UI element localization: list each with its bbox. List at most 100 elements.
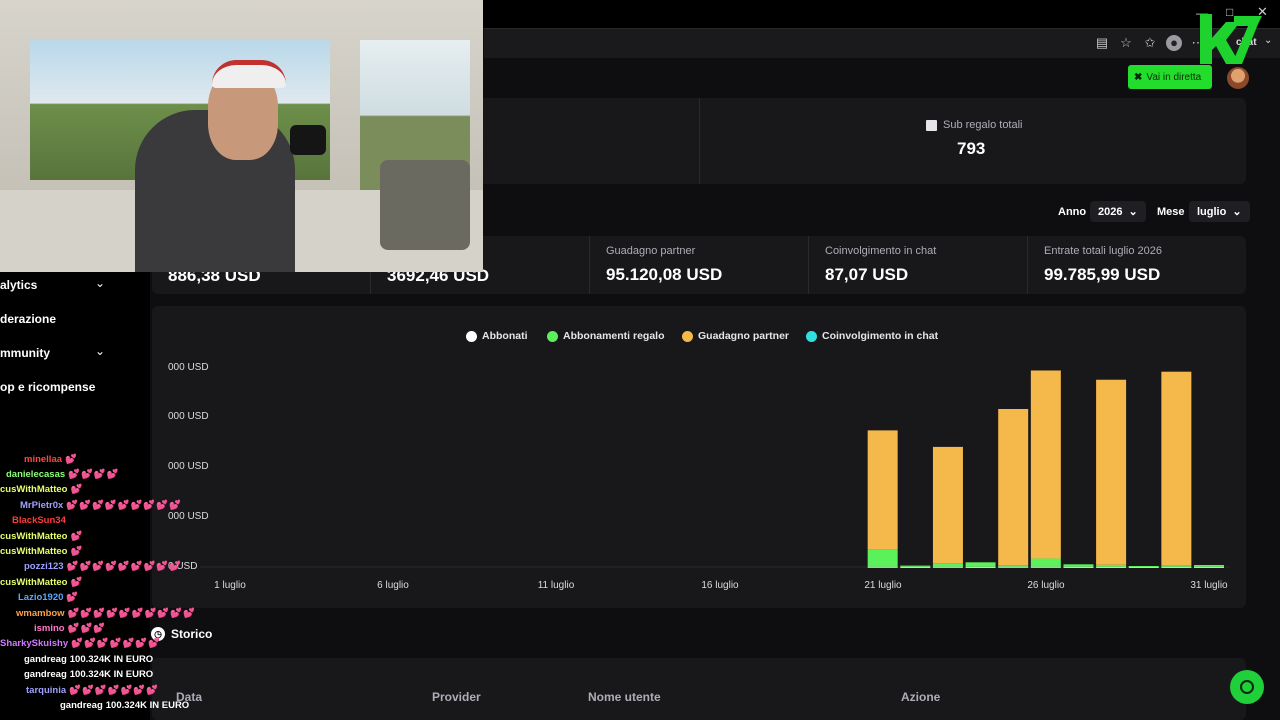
- legend-label: Coinvolgimento in chat: [822, 330, 939, 342]
- emote-icon: 💕💕💕💕: [68, 468, 120, 480]
- y-tick-label: 000 USD: [168, 511, 209, 522]
- emote-icon: 💕: [66, 592, 80, 604]
- history-table: [152, 658, 1246, 720]
- legend-swatch: [682, 330, 693, 342]
- chat-username[interactable]: BlackSun34: [12, 515, 66, 526]
- live-icon: ✖: [1134, 71, 1143, 83]
- chat-message: BlackSun34: [12, 514, 66, 528]
- legend-abbonati[interactable]: Abbonati: [466, 330, 528, 342]
- legend-guadagno-partner[interactable]: Guadagno partner: [682, 330, 789, 342]
- chat-message: gandreag 100.324K IN EURO: [24, 652, 153, 666]
- chat-username[interactable]: ismino: [34, 623, 65, 634]
- chevron-down-icon: ⌄: [1128, 206, 1138, 218]
- page-icon[interactable]: ▤: [1094, 35, 1110, 51]
- revenue-chart-card: [152, 306, 1246, 608]
- chat-username[interactable]: Lazio1920: [18, 592, 63, 603]
- legend-coinvolgimento[interactable]: Coinvolgimento in chat: [806, 330, 938, 342]
- month-select[interactable]: luglio ⌄: [1189, 201, 1250, 222]
- chat-username[interactable]: cusWithMatteo: [0, 546, 67, 557]
- chat-username[interactable]: MrPietr0x: [20, 500, 63, 511]
- chat-username[interactable]: tarquinia: [26, 685, 66, 696]
- legend-swatch: [547, 330, 558, 342]
- emote-icon: 💕💕💕💕💕💕💕💕💕: [66, 561, 183, 573]
- chat-message: minellaa 💕: [24, 452, 78, 466]
- cap: [212, 60, 286, 88]
- chat-message: gandreag 100.324K IN EURO: [24, 668, 153, 682]
- chat-message: MrPietr0x 💕💕💕💕💕💕💕💕💕: [20, 498, 182, 512]
- favorites-icon[interactable]: ✩: [1142, 35, 1158, 51]
- history-title: Storico: [171, 627, 213, 641]
- browser-toolbar: ▤ ☆ ✩ ● ⋯ chat ⌄: [484, 28, 1280, 58]
- col-header-action[interactable]: Azione: [901, 690, 940, 704]
- chat-username[interactable]: wmambow: [16, 608, 65, 619]
- chat-message: tarquinia 💕💕💕💕💕💕💕: [26, 683, 159, 697]
- chat-message: cusWithMatteo 💕: [0, 529, 83, 543]
- chat-username[interactable]: minellaa: [24, 454, 62, 465]
- chat-username[interactable]: SharkySkuishy: [0, 638, 68, 649]
- legend-label: Abbonati: [482, 330, 528, 342]
- stat-label: Entrate totali luglio 2026: [1044, 245, 1163, 257]
- chat-username[interactable]: gandreag: [24, 669, 67, 680]
- go-live-label: Vai in diretta: [1146, 71, 1202, 83]
- chevron-down-icon[interactable]: ⌄: [95, 276, 105, 290]
- year-select[interactable]: 2026 ⌄: [1090, 201, 1146, 222]
- stat-value: 87,07 USD: [825, 265, 909, 284]
- chat-message: SharkySkuishy 💕💕💕💕💕💕💕: [0, 637, 161, 651]
- sidebar-item-moderazione[interactable]: derazione: [0, 312, 56, 326]
- chat-username[interactable]: danielecasas: [6, 469, 65, 480]
- gift-subs-label: Sub regalo totali: [926, 119, 1023, 131]
- chat-message: ismino 💕💕💕: [34, 621, 106, 635]
- microphone: [290, 125, 326, 155]
- month-value: luglio: [1197, 206, 1227, 218]
- chat-username[interactable]: cusWithMatteo: [0, 484, 67, 495]
- emote-icon: 💕: [70, 530, 84, 542]
- go-live-button[interactable]: ✖ Vai in diretta: [1128, 65, 1212, 89]
- divider: [589, 236, 590, 294]
- emote-icon: 💕💕💕: [67, 622, 107, 634]
- sidebar-item-ricompense[interactable]: op e ricompense: [0, 380, 95, 394]
- star-icon[interactable]: ☆: [1118, 35, 1134, 51]
- chat-message: wmambow 💕💕💕💕💕💕💕💕💕💕: [16, 606, 196, 620]
- x-tick-label: 26 luglio: [1027, 580, 1065, 591]
- chat-username[interactable]: pozzi123: [24, 561, 64, 572]
- help-button[interactable]: [1230, 670, 1264, 704]
- y-tick-label: 000 USD: [168, 461, 209, 472]
- col-header-provider[interactable]: Provider: [432, 690, 481, 704]
- col-header-username[interactable]: Nome utente: [588, 690, 661, 704]
- y-tick-label: 000 USD: [168, 362, 209, 373]
- sidebar-item-analytics[interactable]: alytics: [0, 278, 37, 292]
- x-tick-label: 16 luglio: [701, 580, 739, 591]
- chat-message: cusWithMatteo 💕: [0, 544, 83, 558]
- x-tick-label: 1 luglio: [214, 580, 246, 591]
- emote-icon: 💕💕💕💕💕💕💕💕💕💕: [67, 607, 196, 619]
- headset-icon: [1240, 680, 1254, 694]
- chat-username[interactable]: gandreag: [60, 700, 103, 711]
- chat-username[interactable]: cusWithMatteo: [0, 577, 67, 588]
- legend-label: Abbonamenti regalo: [563, 330, 665, 342]
- k7-logo: [1200, 14, 1262, 64]
- month-label: Mese: [1157, 206, 1185, 218]
- chat-username[interactable]: gandreag: [24, 654, 67, 665]
- chevron-down-icon[interactable]: ⌄: [95, 344, 105, 358]
- emote-icon: 💕: [70, 545, 84, 557]
- year-value: 2026: [1098, 206, 1123, 218]
- chat-message: cusWithMatteo 💕: [0, 483, 83, 497]
- divider: [808, 236, 809, 294]
- chat-username[interactable]: cusWithMatteo: [0, 531, 67, 542]
- profile-icon[interactable]: ●: [1166, 35, 1182, 51]
- emote-icon: 💕: [65, 453, 78, 465]
- chat-message: pozzi123 💕💕💕💕💕💕💕💕💕: [24, 560, 182, 574]
- chat-text: 100.324K IN EURO: [69, 653, 154, 665]
- emote-icon: 💕: [70, 576, 84, 588]
- legend-abbonamenti-regalo[interactable]: Abbonamenti regalo: [547, 330, 665, 342]
- y-tick-label: 000 USD: [168, 411, 209, 422]
- divider: [699, 98, 700, 184]
- sidebar-item-community[interactable]: mmunity: [0, 346, 50, 360]
- emote-icon: 💕💕💕💕💕💕💕: [69, 684, 159, 696]
- emote-icon: 💕💕💕💕💕💕💕: [71, 638, 161, 650]
- stat-label: Coinvolgimento in chat: [825, 245, 937, 257]
- year-label: Anno: [1058, 206, 1087, 218]
- emote-icon: 💕: [70, 484, 84, 496]
- chair: [380, 160, 470, 250]
- avatar[interactable]: [1227, 67, 1249, 89]
